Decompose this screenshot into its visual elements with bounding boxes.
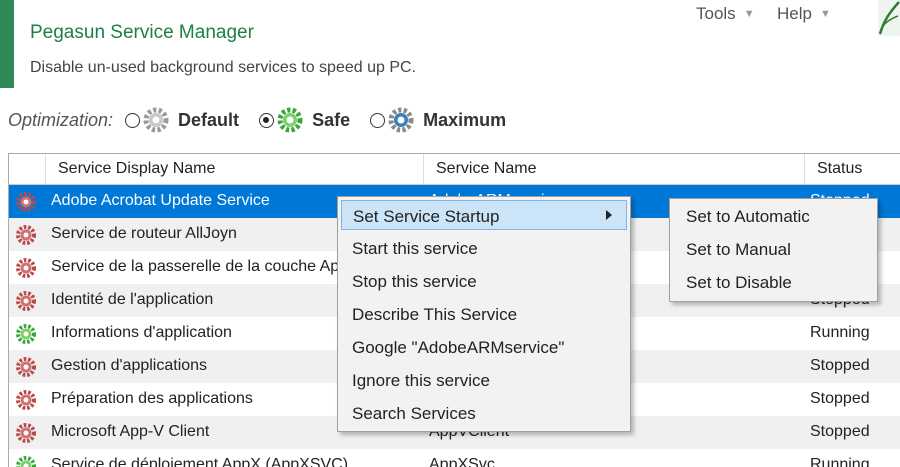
gear-maximum-icon <box>387 106 415 134</box>
row-display-name: Préparation des applications <box>51 390 253 408</box>
green-gear-icon <box>15 323 37 345</box>
option-maximum[interactable]: Maximum <box>370 106 506 134</box>
row-display-name: Service de routeur AllJoyn <box>51 225 237 243</box>
startup-submenu: Set to Automatic Set to Manual Set to Di… <box>669 198 878 302</box>
row-display-name: Service de la passerelle de la couche Ap <box>51 258 339 276</box>
menu-item-set-automatic[interactable]: Set to Automatic <box>670 202 877 232</box>
menu-item-describe-service[interactable]: Describe This Service <box>341 299 627 329</box>
row-display-name: Service de déploiement AppX (AppXSVC) <box>51 456 348 467</box>
row-status: Stopped <box>810 423 870 441</box>
app-logo-icon <box>872 0 900 36</box>
row-status: Running <box>810 456 870 467</box>
menu-tools[interactable]: Tools ▼ <box>696 4 755 24</box>
menu-item-label: Stop this service <box>352 272 477 292</box>
option-safe[interactable]: Safe <box>259 106 350 134</box>
menu-item-ignore-service[interactable]: Ignore this service <box>341 365 627 395</box>
row-service-name: AppXSvc <box>429 456 495 467</box>
menu-help-label: Help <box>777 4 812 24</box>
submenu-arrow-icon <box>606 210 612 220</box>
menu-item-stop-service[interactable]: Stop this service <box>341 266 627 296</box>
menu-item-label: Search Services <box>352 404 476 424</box>
option-default-label: Default <box>178 110 239 131</box>
row-display-name: Adobe Acrobat Update Service <box>51 192 270 210</box>
column-display-name[interactable]: Service Display Name <box>58 160 215 178</box>
app-title: Pegasun Service Manager <box>30 22 254 44</box>
radio-maximum[interactable] <box>370 113 385 128</box>
red-gear-icon <box>15 257 37 279</box>
gear-default-icon <box>142 106 170 134</box>
table-row[interactable]: Service de déploiement AppX (AppXSVC) Ap… <box>9 449 900 467</box>
menu-item-label: Google "AdobeARMservice" <box>352 338 564 358</box>
option-maximum-label: Maximum <box>423 110 506 131</box>
app-subtitle: Disable un-used background services to s… <box>30 59 416 77</box>
menu-item-label: Set to Disable <box>686 273 792 293</box>
radio-safe[interactable] <box>259 113 274 128</box>
gear-safe-icon <box>276 106 304 134</box>
menu-item-label: Describe This Service <box>352 305 517 325</box>
menu-item-google-service[interactable]: Google "AdobeARMservice" <box>341 332 627 362</box>
menu-item-start-service[interactable]: Start this service <box>341 233 627 263</box>
dropdown-arrow-icon: ▼ <box>820 8 831 20</box>
menu-tools-label: Tools <box>696 4 736 24</box>
row-status: Stopped <box>810 357 870 375</box>
row-display-name: Microsoft App-V Client <box>51 423 209 441</box>
column-service-name[interactable]: Service Name <box>436 160 536 178</box>
menu-item-label: Start this service <box>352 239 478 259</box>
red-gear-icon <box>15 290 37 312</box>
radio-default[interactable] <box>125 113 140 128</box>
row-status: Stopped <box>810 390 870 408</box>
red-gear-icon <box>15 356 37 378</box>
menu-item-set-manual[interactable]: Set to Manual <box>670 235 877 265</box>
red-gear-icon <box>15 191 37 213</box>
green-gear-icon <box>15 455 37 467</box>
red-gear-icon <box>15 422 37 444</box>
row-display-name: Gestion d'applications <box>51 357 207 375</box>
menu-item-label: Set to Automatic <box>686 207 810 227</box>
table-header: Service Display Name Service Name Status <box>9 154 900 185</box>
menu-help[interactable]: Help ▼ <box>777 4 831 24</box>
option-default[interactable]: Default <box>125 106 239 134</box>
dropdown-arrow-icon: ▼ <box>744 8 755 20</box>
menu-item-label: Ignore this service <box>352 371 490 391</box>
optimization-row: Optimization: Default Safe Maximum <box>8 107 526 133</box>
accent-bar <box>0 0 14 88</box>
menu-item-search-services[interactable]: Search Services <box>341 398 627 428</box>
menu-item-label: Set to Manual <box>686 240 791 260</box>
option-safe-label: Safe <box>312 110 350 131</box>
column-status[interactable]: Status <box>817 160 862 178</box>
row-display-name: Informations d'application <box>51 324 232 342</box>
context-menu: Set Service Startup Start this service S… <box>337 196 631 432</box>
red-gear-icon <box>15 224 37 246</box>
menu-item-label: Set Service Startup <box>353 207 499 227</box>
row-status: Running <box>810 324 870 342</box>
row-display-name: Identité de l'application <box>51 291 213 309</box>
menu-item-set-service-startup[interactable]: Set Service Startup <box>341 200 627 230</box>
optimization-label: Optimization: <box>8 110 113 131</box>
red-gear-icon <box>15 389 37 411</box>
menu-item-set-disable[interactable]: Set to Disable <box>670 268 877 298</box>
